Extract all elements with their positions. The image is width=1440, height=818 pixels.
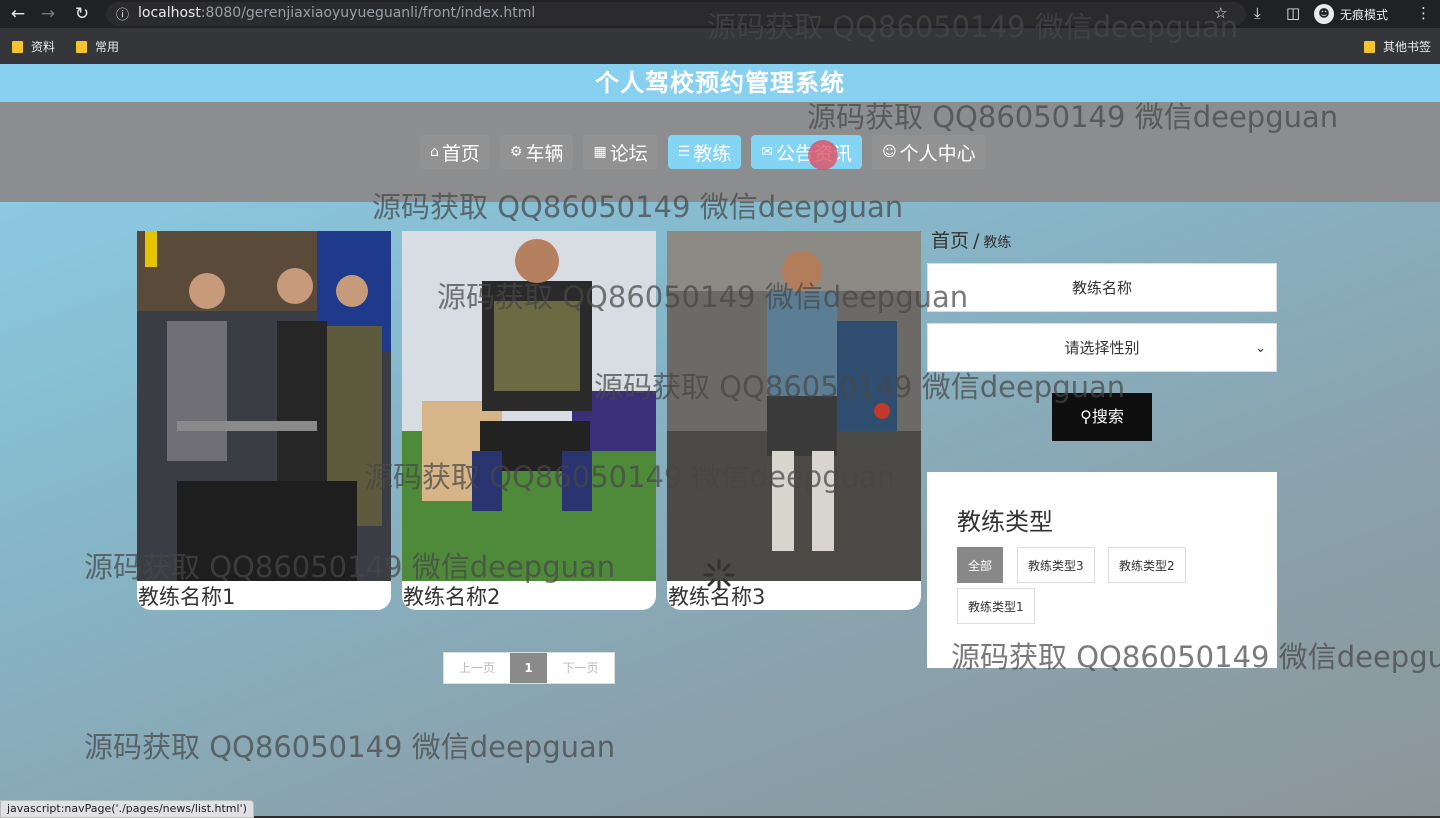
reload-icon[interactable]: ↻ [72,4,92,24]
page-number-button[interactable]: 1 [510,653,547,683]
coach-name-input[interactable]: 教练名称 [927,263,1277,312]
nav-user-center[interactable]: ☺ 个人中心 [872,135,986,169]
coach-card[interactable]: 教练名称1 [137,231,391,610]
type-tag-all[interactable]: 全部 [957,547,1004,583]
coach-photo[interactable] [137,231,391,581]
chevron-down-icon: ⌄ [1255,341,1266,356]
folder-icon [1364,40,1375,53]
prev-page-button[interactable]: 上一页 [444,653,510,683]
pagination: 上一页 1 下一页 [443,652,615,684]
type-tag-3[interactable]: 教练类型3 [1017,547,1095,583]
coach-name[interactable]: 教练名称1 [138,581,235,610]
forward-arrow-icon[interactable]: → [38,4,58,24]
search-icon: ⚲ [1080,407,1092,426]
nav-news[interactable]: ✉ 公告资讯 [751,135,863,169]
breadcrumb-current: 教练 [983,235,1012,251]
bookmark-folder-ziliao[interactable]: 资料 [12,38,55,55]
next-page-button[interactable]: 下一页 [547,653,614,683]
nav-vehicles[interactable]: ⚙ 车辆 [499,135,574,169]
coach-type-title: 教练类型 [957,508,1053,536]
sidepanel-icon[interactable]: ◫ [1286,4,1300,22]
breadcrumb-separator: / [973,230,980,252]
coach-icon: ☰ [677,144,691,160]
bookmark-star-icon[interactable]: ☆ [1214,4,1227,22]
info-icon[interactable]: ⓘ [116,4,129,23]
back-arrow-icon[interactable]: ← [8,4,28,24]
home-icon: ⌂ [430,144,439,160]
coach-name[interactable]: 教练名称2 [403,581,500,610]
coach-list: 教练名称1 教练名称2 教练名称3 [137,231,921,610]
url-text: localhost:8080/gerenjiaxiaoyuyueguanli/f… [138,5,536,21]
address-bar[interactable]: ⓘ localhost:8080/gerenjiaxiaoyuyueguanli… [106,2,1246,26]
other-bookmarks[interactable]: 其他书签 [1364,38,1431,55]
status-bar-url: javascript:navPage('./pages/news/list.ht… [0,800,254,818]
breadcrumb: 首页 / 教练 [931,226,1011,253]
folder-icon [76,40,87,53]
browser-toolbar: ← → ↻ ⓘ localhost:8080/gerenjiaxiaoyuyue… [0,0,1440,28]
folder-icon [12,40,23,53]
search-button[interactable]: ⚲搜索 [1052,393,1152,441]
incognito-label: 无痕模式 [1340,7,1389,22]
menu-kebab-icon[interactable]: ⋮ [1416,4,1431,22]
nav-forum[interactable]: ▦ 论坛 [583,135,658,169]
breadcrumb-home[interactable]: 首页 [931,230,969,252]
bookmarks-bar: 资料 常用 其他书签 [0,28,1440,64]
forum-icon: ▦ [593,144,607,160]
cursor-indicator [808,140,838,170]
type-tag-2[interactable]: 教练类型2 [1108,547,1186,583]
mail-icon: ✉ [761,144,774,160]
type-tag-1[interactable]: 教练类型1 [957,588,1035,624]
user-icon: ☺ [882,144,897,160]
site-title: 个人驾校预约管理系统 [0,64,1440,102]
gender-select[interactable]: 请选择性别 ⌄ [927,323,1277,372]
coach-card[interactable]: 教练名称3 [667,231,921,610]
nav-home[interactable]: ⌂ 首页 [420,135,490,169]
nav-coach[interactable]: ☰ 教练 [667,135,742,169]
coach-photo[interactable] [667,231,921,581]
page-content: 个人驾校预约管理系统 ⌂ 首页 ⚙ 车辆 ▦ 论坛 ☰ 教练 ✉ 公告资讯 ☺ … [0,64,1440,816]
incognito-indicator[interactable]: ☻ 无痕模式 [1314,3,1388,25]
download-icon[interactable]: ⤓ [1254,4,1261,22]
bookmark-folder-changyong[interactable]: 常用 [76,38,119,55]
coach-card[interactable]: 教练名称2 [402,231,656,610]
coach-type-panel: 教练类型 全部 教练类型3 教练类型2 教练类型1 [927,472,1277,668]
coach-photo[interactable] [402,231,656,581]
incognito-icon: ☻ [1314,4,1334,24]
loading-spinner-icon [703,559,735,591]
car-icon: ⚙ [509,144,523,160]
main-nav: ⌂ 首页 ⚙ 车辆 ▦ 论坛 ☰ 教练 ✉ 公告资讯 ☺ 个人中心 [420,135,986,169]
